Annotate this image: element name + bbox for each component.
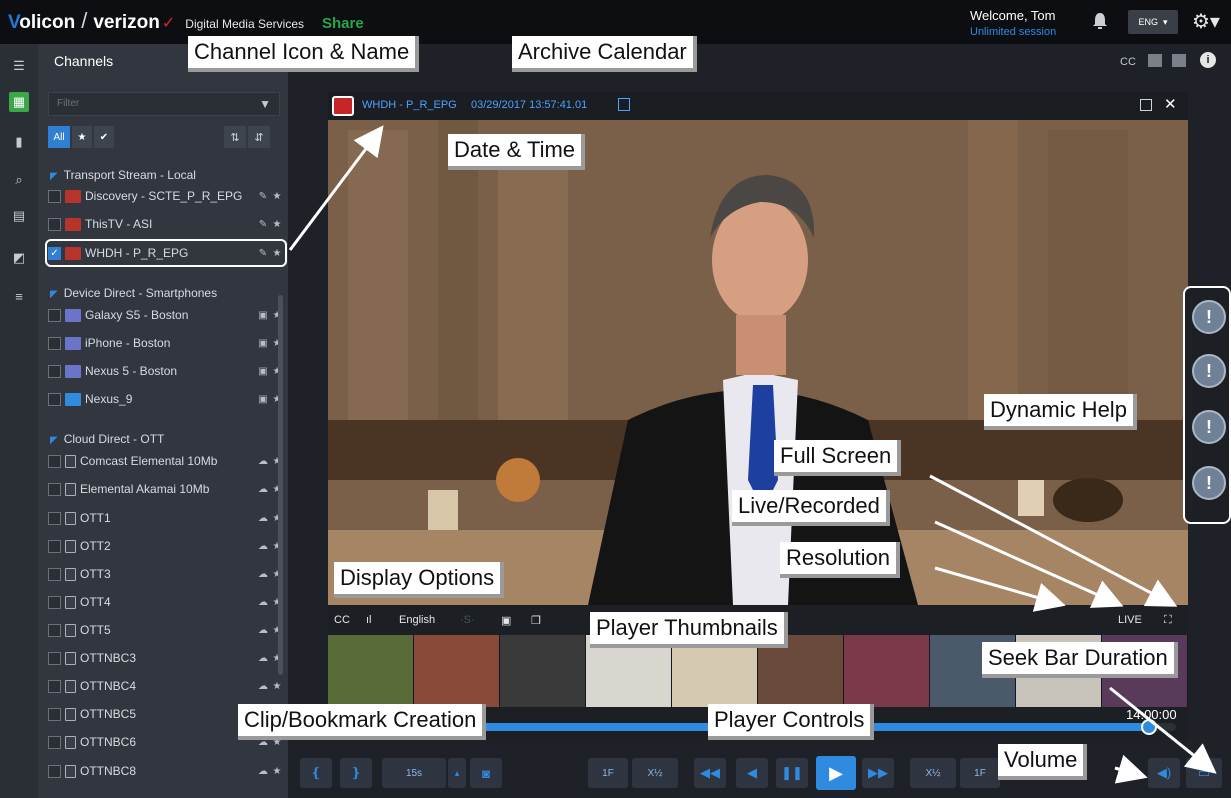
callout-archive-calendar: Archive Calendar	[512, 36, 697, 72]
callout-date-time: Date & Time	[448, 134, 586, 170]
callout-dynamic-help: Dynamic Help	[984, 394, 1137, 430]
callout-full-screen: Full Screen	[774, 440, 902, 476]
callout-player-controls: Player Controls	[708, 704, 875, 740]
callout-display-options: Display Options	[334, 562, 505, 598]
callout-live-recorded: Live/Recorded	[732, 490, 890, 526]
app-window: Volicon / verizon ✓ Digital Media Servic…	[0, 0, 1231, 798]
callout-resolution: Resolution	[780, 542, 900, 578]
callout-player-thumbnails: Player Thumbnails	[590, 612, 788, 648]
callout-seek-bar-duration: Seek Bar Duration	[982, 642, 1178, 678]
callout-volume: Volume	[998, 744, 1088, 780]
callout-channel-icon-name: Channel Icon & Name	[188, 36, 420, 72]
callout-clip-bookmark: Clip/Bookmark Creation	[238, 704, 487, 740]
